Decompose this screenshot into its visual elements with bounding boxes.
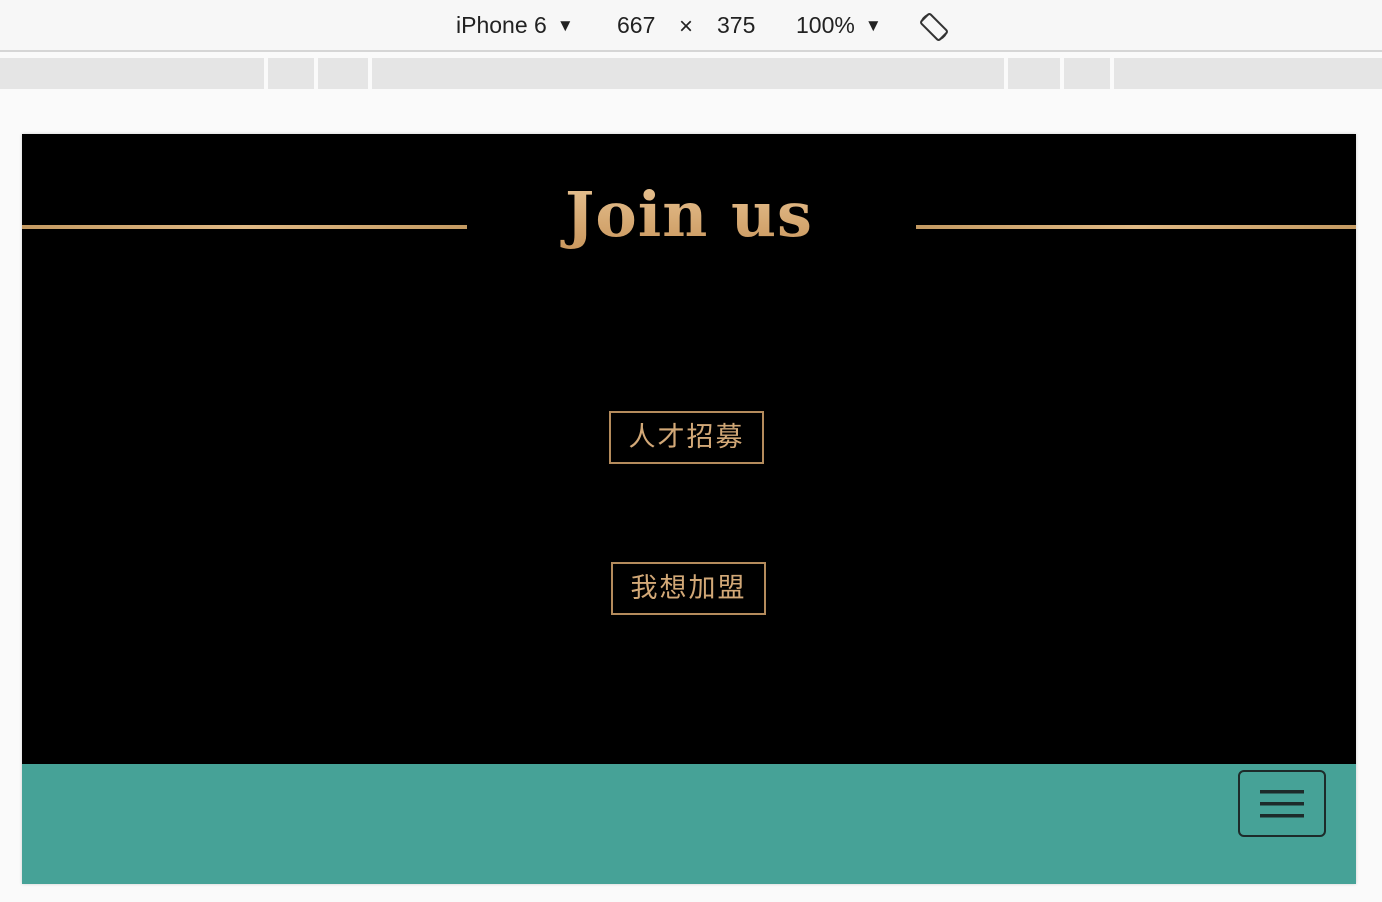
media-query-segment[interactable]	[1114, 58, 1382, 89]
device-toolbar: iPhone 6 ▼ 667 × 375 100% ▼	[0, 0, 1382, 52]
device-select[interactable]: iPhone 6 ▼	[456, 12, 574, 39]
zoom-select[interactable]: 100% ▼	[796, 12, 882, 39]
dimension-separator: ×	[679, 13, 694, 40]
media-query-segment[interactable]	[1064, 58, 1110, 89]
page-title: Join us	[22, 178, 1356, 251]
zoom-value: 100%	[796, 12, 855, 38]
height-input[interactable]: 375	[717, 12, 755, 39]
media-query-segment[interactable]	[1008, 58, 1060, 89]
hamburger-icon	[1260, 790, 1304, 818]
chevron-down-icon: ▼	[864, 16, 882, 35]
rotate-icon[interactable]	[918, 11, 950, 43]
menu-toggle-button[interactable]	[1238, 770, 1326, 837]
media-query-bar	[0, 58, 1382, 89]
media-query-segment[interactable]	[0, 58, 264, 89]
media-query-segment[interactable]	[372, 58, 1004, 89]
bottom-nav-bar	[22, 764, 1356, 884]
width-input[interactable]: 667	[617, 12, 655, 39]
recruitment-button[interactable]: 人才招募	[609, 411, 764, 464]
join-franchise-button[interactable]: 我想加盟	[611, 562, 766, 615]
media-query-segment[interactable]	[318, 58, 368, 89]
page-viewport: Join us 人才招募 我想加盟	[22, 134, 1356, 884]
media-query-segment[interactable]	[268, 58, 314, 89]
chevron-down-icon: ▼	[556, 16, 574, 35]
device-name: iPhone 6	[456, 12, 547, 38]
